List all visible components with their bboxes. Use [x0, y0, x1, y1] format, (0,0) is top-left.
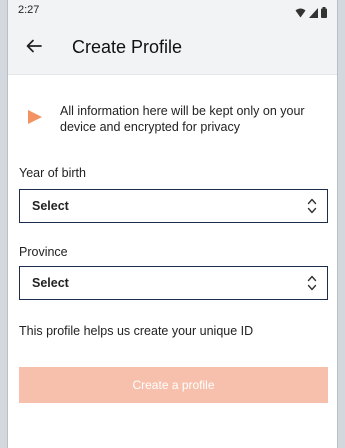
page-title: Create Profile	[72, 37, 183, 57]
play-triangle-icon	[28, 110, 42, 129]
app-bar: Create Profile	[8, 22, 337, 75]
year-of-birth-select[interactable]: Select	[19, 189, 328, 223]
province-select[interactable]: Select	[19, 266, 328, 300]
app-screen: 2:27 Create Profile All information here…	[7, 0, 338, 448]
wifi-icon	[295, 5, 306, 23]
status-icons	[295, 5, 327, 23]
year-of-birth-value: Select	[32, 199, 69, 213]
create-profile-button[interactable]: Create a profile	[19, 367, 328, 403]
signal-icon	[309, 5, 318, 23]
back-button[interactable]	[18, 32, 50, 64]
status-time: 2:27	[18, 4, 40, 16]
profile-helper-text: This profile helps us create your unique…	[19, 324, 254, 338]
province-value: Select	[32, 276, 69, 290]
phone-frame: 2:27 Create Profile All information here…	[0, 0, 345, 448]
privacy-notice-text: All information here will be kept only o…	[60, 104, 305, 134]
arrow-left-icon	[26, 39, 42, 58]
battery-icon	[321, 5, 327, 23]
status-bar: 2:27	[8, 0, 337, 22]
province-label: Province	[19, 245, 68, 259]
chevron-up-down-icon	[307, 274, 317, 297]
chevron-up-down-icon	[307, 197, 317, 220]
year-of-birth-label: Year of birth	[19, 166, 86, 180]
create-profile-label: Create a profile	[132, 378, 215, 392]
